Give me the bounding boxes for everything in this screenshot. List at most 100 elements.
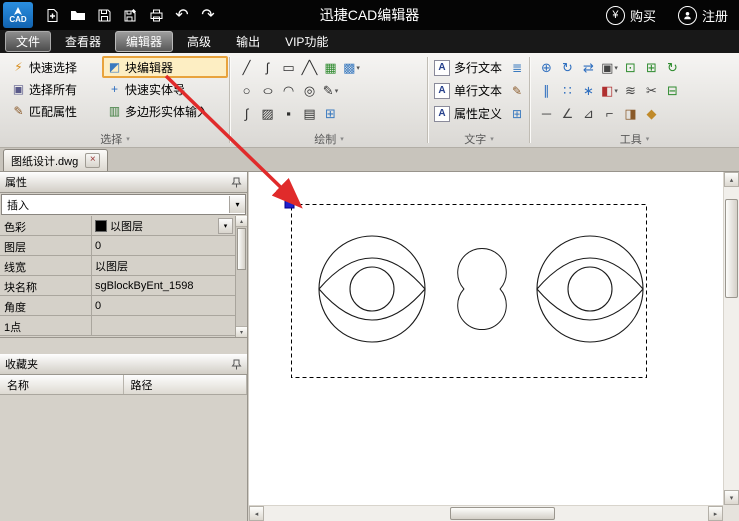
move-icon[interactable]: ⊕	[536, 58, 557, 78]
document-tab[interactable]: 图纸设计.dwg ×	[3, 149, 108, 171]
id-point-icon[interactable]: ⌐	[599, 104, 620, 124]
multiline-text-button[interactable]: A多行文本	[434, 56, 502, 79]
rectangle-icon[interactable]: ▭	[278, 58, 299, 78]
group-caret-icon[interactable]: ▾	[646, 135, 650, 143]
point-icon[interactable]: ▪	[278, 104, 299, 124]
dropdown-caret-icon[interactable]: ▾	[218, 218, 233, 234]
insert-selector[interactable]: 插入 ▾	[1, 194, 246, 215]
purge-icon[interactable]: ⊟	[662, 81, 683, 101]
measure-length-icon[interactable]: ─	[536, 104, 557, 124]
donut-icon[interactable]: ◎	[299, 81, 320, 101]
color-value[interactable]: 以图层▾	[92, 216, 236, 235]
undo-icon[interactable]: ↶	[169, 0, 195, 30]
scroll-down-icon[interactable]: ▾	[236, 326, 247, 337]
group-caret-icon[interactable]: ▾	[126, 135, 130, 143]
open-file-icon[interactable]	[65, 0, 91, 30]
save-as-icon[interactable]	[117, 0, 143, 30]
palette-icon[interactable]: ◆	[641, 104, 662, 124]
menu-tab-vip[interactable]: VIP功能	[274, 31, 339, 52]
menu-tab-file[interactable]: 文件	[5, 31, 51, 52]
polyline-icon[interactable]: ╱╲	[299, 58, 320, 78]
measure-area-icon[interactable]: ⊿	[578, 104, 599, 124]
measure-angle-icon[interactable]: ∠	[557, 104, 578, 124]
lineweight-value[interactable]: 以图层	[92, 256, 236, 275]
register-button[interactable]: 注册	[667, 0, 739, 30]
menu-tab-editor[interactable]: 编辑器	[115, 31, 173, 52]
refresh-icon[interactable]: ↻	[662, 58, 683, 78]
array-copy-icon[interactable]: ⊞	[641, 58, 662, 78]
define-attr-block-icon[interactable]: ⊞	[507, 102, 527, 125]
print-icon[interactable]	[143, 0, 169, 30]
table-icon[interactable]: ⊞	[320, 104, 341, 124]
favorites-column-name[interactable]: 名称	[0, 375, 124, 394]
paint-icon[interactable]: ◨	[620, 104, 641, 124]
hatch-pattern-icon[interactable]: ▩▾	[341, 58, 362, 78]
point1-value[interactable]	[92, 316, 236, 335]
spline-icon[interactable]: ʃ	[257, 58, 278, 78]
selected-block[interactable]	[285, 199, 647, 378]
text-align-icon[interactable]: ≣	[507, 56, 527, 79]
pen-icon[interactable]: ✎▾	[320, 81, 341, 101]
polygon-entity-input-button[interactable]: ▥多边形实体输入	[102, 100, 228, 122]
polyline-edit-icon[interactable]: ≋	[620, 81, 641, 101]
scroll-up-icon[interactable]: ▴	[236, 216, 247, 227]
hatch-icon[interactable]: ▨	[257, 104, 278, 124]
scroll-right-icon[interactable]: ▸	[708, 506, 723, 521]
circle-icon[interactable]: ○	[236, 81, 257, 101]
quick-select-button[interactable]: ⚡快速选择	[6, 56, 102, 78]
drawing-canvas[interactable]: ◂ ▸ ▴ ▾	[249, 172, 739, 521]
array-icon[interactable]: ∷	[557, 81, 578, 101]
scrollbar-thumb[interactable]	[237, 228, 246, 270]
mirror-icon[interactable]: ⇄	[578, 58, 599, 78]
scroll-left-icon[interactable]: ◂	[249, 506, 264, 521]
redo-icon[interactable]: ↷	[195, 0, 221, 30]
block-name-value[interactable]: sgBlockByEnt_1598	[92, 276, 236, 295]
angle-value[interactable]: 0	[92, 296, 236, 315]
scroll-up-icon[interactable]: ▴	[724, 172, 739, 187]
pin-icon[interactable]	[231, 359, 242, 370]
select-all-button[interactable]: ▣选择所有	[6, 78, 102, 100]
favorites-column-path[interactable]: 路径	[124, 375, 248, 394]
color-picker-icon[interactable]: ◧▾	[599, 81, 620, 101]
group-caret-icon[interactable]: ▾	[490, 135, 494, 143]
insert-block-icon[interactable]: ▦	[320, 58, 341, 78]
scrollbar-track[interactable]	[264, 506, 708, 521]
scrollbar-thumb[interactable]	[725, 199, 738, 298]
group-caret-icon[interactable]: ▾	[340, 135, 344, 143]
vertical-scrollbar[interactable]: ▴ ▾	[723, 172, 739, 505]
singleline-text-button[interactable]: A单行文本	[434, 79, 502, 102]
attribute-define-button[interactable]: A属性定义	[434, 102, 502, 125]
menu-tab-output[interactable]: 输出	[225, 31, 271, 52]
block-list-icon[interactable]: ▣▾	[599, 58, 620, 78]
menu-tab-advanced[interactable]: 高级	[176, 31, 222, 52]
save-icon[interactable]	[91, 0, 117, 30]
pin-icon[interactable]	[231, 177, 242, 188]
dropdown-caret-icon[interactable]: ▾	[356, 64, 360, 72]
match-properties-button[interactable]: ✎匹配属性	[6, 100, 102, 122]
horizontal-scrollbar[interactable]: ◂ ▸	[249, 505, 723, 521]
scrollbar-thumb[interactable]	[450, 507, 554, 520]
explode-icon[interactable]: ∗	[578, 81, 599, 101]
quick-entity-export-button[interactable]: +快速实体导	[102, 78, 228, 100]
close-tab-icon[interactable]: ×	[85, 153, 100, 168]
dropdown-caret-icon[interactable]: ▾	[335, 87, 339, 95]
line-icon[interactable]: ╱	[236, 58, 257, 78]
block-editor-button[interactable]: ◩块编辑器	[102, 56, 228, 78]
scroll-down-icon[interactable]: ▾	[724, 490, 739, 505]
copy-icon[interactable]: ⊡	[620, 58, 641, 78]
offset-icon[interactable]: ∥	[536, 81, 557, 101]
trim-icon[interactable]: ✂	[641, 81, 662, 101]
dropdown-caret-icon[interactable]: ▾	[614, 87, 618, 95]
property-grid-scrollbar[interactable]: ▴ ▾	[235, 216, 247, 337]
layer-value[interactable]: 0	[92, 236, 236, 255]
combo-caret-icon[interactable]: ▾	[229, 196, 245, 213]
spline-fit-icon[interactable]: ∫	[236, 104, 257, 124]
new-file-icon[interactable]	[39, 0, 65, 30]
text-edit-icon[interactable]: ✎	[507, 79, 527, 102]
drawing-view[interactable]	[249, 172, 724, 505]
ellipse-icon[interactable]: ○	[257, 81, 278, 101]
arc-icon[interactable]: ◠	[278, 81, 299, 101]
rotate-icon[interactable]: ↻	[557, 58, 578, 78]
image-icon[interactable]: ▤	[299, 104, 320, 124]
menu-tab-viewer[interactable]: 查看器	[54, 31, 112, 52]
